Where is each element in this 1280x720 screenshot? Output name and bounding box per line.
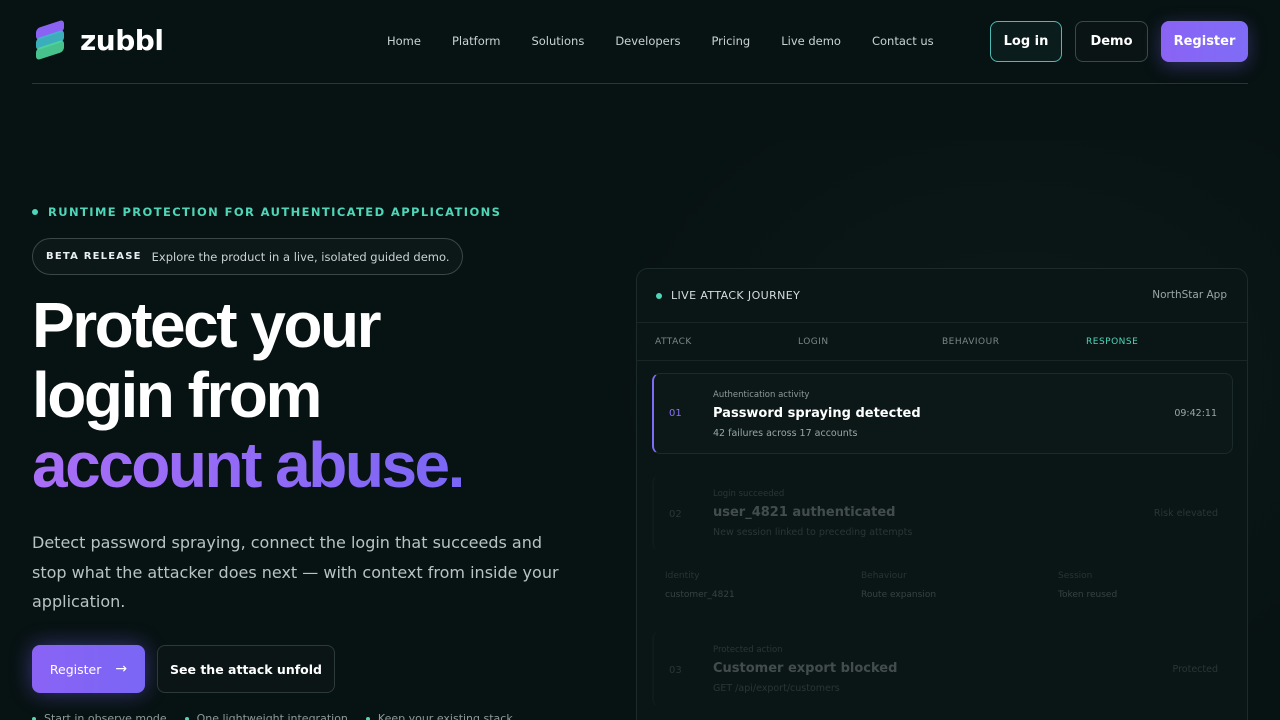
register-button[interactable]: Register [1161,21,1248,62]
nav-link-contact[interactable]: Contact us [872,34,934,48]
live-attack-panel: LIVE ATTACK JOURNEY NorthStar App ATTACK… [636,268,1248,720]
brand-logo[interactable]: zubbl [32,18,164,62]
beta-pill[interactable]: BETA RELEASE Explore the product in a li… [32,238,464,275]
hero-headline: Protect your login from account abuse. [32,289,465,501]
bullet-item: Keep your existing stack [365,712,513,720]
event-category: Protected action [713,645,783,655]
event-title: user_4821 authenticated [713,505,896,520]
top-navigation: zubbl Home Platform Solutions Developers… [32,0,1248,84]
arrow-right-icon: → [115,661,128,677]
event-number: 02 [669,509,682,520]
beta-tag: BETA RELEASE [46,251,142,262]
nav-link-home[interactable]: Home [387,34,421,48]
hero-register-label: Register [49,661,102,677]
bullet-dot-icon [365,716,370,720]
status-dot-icon [32,209,38,215]
hero-register-button[interactable]: Register → [32,645,145,693]
nav-link-live-demo[interactable]: Live demo [781,34,841,48]
event-title: Customer export blocked [713,661,898,676]
nav-link-pricing[interactable]: Pricing [711,34,750,48]
event-description: New session linked to preceding attempts [713,527,913,538]
meta-session: Session Token reused [1058,571,1118,600]
event-description: GET /api/export/customers [713,683,840,694]
headline-line-3: account abuse. [32,429,465,501]
bullet-dot-icon [32,716,36,720]
tab-attack[interactable]: ATTACK [655,337,692,347]
event-category: Login succeeded [713,489,785,499]
nav-link-developers[interactable]: Developers [615,34,680,48]
panel-app-name: NorthStar App [1152,289,1227,301]
event-title: Password spraying detected [713,406,921,421]
see-attack-button[interactable]: See the attack unfold [157,645,335,693]
hero-bullets: Start in observe mode One lightweight in… [32,712,513,720]
tab-behaviour[interactable]: BEHAVIOUR [942,337,999,347]
beta-text: Explore the product in a live, isolated … [151,249,450,264]
eyebrow-text: RUNTIME PROTECTION FOR AUTHENTICATED APP… [48,205,502,219]
demo-button[interactable]: Demo [1075,21,1148,62]
tab-login[interactable]: LOGIN [798,337,829,347]
tab-response[interactable]: RESPONSE [1086,337,1138,347]
main-menu: Home Platform Solutions Developers Prici… [387,34,934,48]
event-card[interactable]: 03 Protected action Customer export bloc… [652,631,1233,707]
live-dot-icon [656,292,662,299]
brand-name: zubbl [80,23,164,57]
bullet-item: Start in observe mode [32,712,167,720]
event-status: Protected [1172,664,1218,675]
headline-line-2: login from [32,359,322,431]
event-status: Risk elevated [1153,508,1218,519]
event-card[interactable]: 01 Authentication activity Password spra… [652,373,1233,454]
event-card[interactable]: 02 Login succeeded user_4821 authenticat… [652,475,1233,551]
event-description: 42 failures across 17 accounts [713,428,858,439]
event-number: 01 [669,408,682,419]
panel-title: LIVE ATTACK JOURNEY [656,289,800,302]
meta-behaviour: Behaviour Route expansion [861,571,937,600]
headline-line-1: Protect your [32,289,381,361]
meta-identity: Identity customer_4821 [665,571,735,600]
bullet-dot-icon [184,716,189,720]
nav-link-platform[interactable]: Platform [452,34,501,48]
bullet-item: One lightweight integration [184,712,348,720]
hero-eyebrow: RUNTIME PROTECTION FOR AUTHENTICATED APP… [32,205,501,219]
stack-logo-icon [32,18,70,62]
nav-link-solutions[interactable]: Solutions [531,34,584,48]
event-time: 09:42:11 [1174,408,1217,419]
event-number: 03 [669,665,682,676]
panel-header: LIVE ATTACK JOURNEY NorthStar App [637,269,1247,323]
login-button[interactable]: Log in [990,21,1062,62]
hero-subtitle: Detect password spraying, connect the lo… [32,533,559,611]
journey-tabs: ATTACK LOGIN BEHAVIOUR RESPONSE [637,323,1247,361]
event-category: Authentication activity [713,390,810,400]
